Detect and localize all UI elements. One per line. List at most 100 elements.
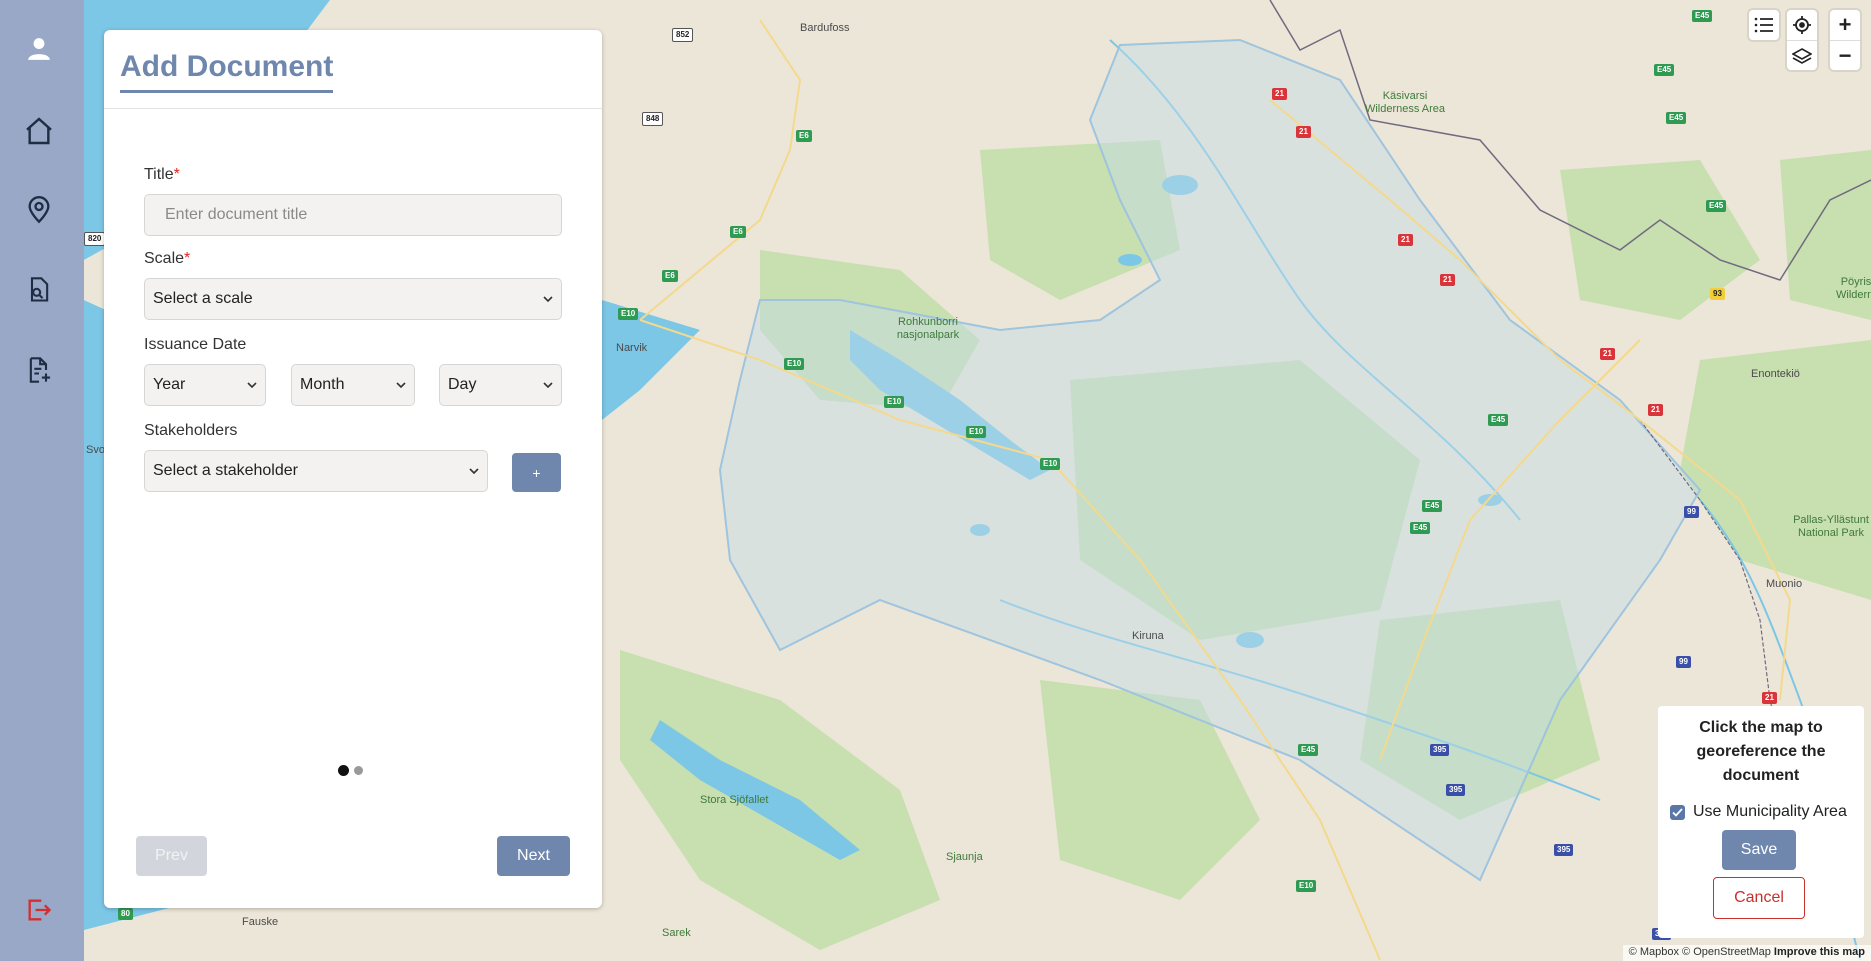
place-label: Enontekiö bbox=[1751, 368, 1800, 380]
add-document-panel: Add Document Title* Enter document title… bbox=[104, 30, 602, 908]
locate-layers-control bbox=[1787, 10, 1817, 70]
osm-attribution-link[interactable]: © OpenStreetMap bbox=[1682, 946, 1771, 958]
home-icon[interactable] bbox=[22, 114, 56, 148]
route-shield: 21 bbox=[1296, 126, 1311, 138]
route-shield: E10 bbox=[966, 426, 987, 438]
place-label: Fauske bbox=[242, 916, 279, 928]
place-label: Bardufoss bbox=[800, 22, 850, 34]
use-municipality-label: Use Municipality Area bbox=[1693, 803, 1847, 820]
next-button[interactable]: Next bbox=[497, 836, 570, 876]
place-label: Käsivarsi Wilderness Area bbox=[1364, 90, 1446, 115]
route-shield: E45 bbox=[1488, 414, 1509, 426]
route-shield: 395 bbox=[1430, 744, 1450, 756]
chevron-down-icon bbox=[469, 468, 479, 475]
mapbox-attribution-link[interactable]: © Mapbox bbox=[1629, 946, 1679, 958]
place-label: Pöyris Wilderne bbox=[1836, 276, 1871, 301]
chevron-down-icon bbox=[247, 382, 257, 389]
add-stakeholder-button[interactable]: + bbox=[512, 453, 561, 492]
stakeholder-select[interactable]: Select a stakeholder bbox=[144, 450, 488, 492]
route-shield: E6 bbox=[662, 270, 678, 282]
georeference-instruction: Click the map to georeference the docume… bbox=[1696, 719, 1826, 784]
route-shield: 80 bbox=[118, 908, 133, 920]
logout-icon[interactable] bbox=[22, 893, 56, 927]
route-shield: 93 bbox=[1710, 288, 1725, 300]
place-label: Sjaunja bbox=[946, 851, 983, 863]
list-icon[interactable] bbox=[1749, 10, 1779, 40]
route-shield: 99 bbox=[1676, 656, 1691, 668]
prev-button[interactable]: Prev bbox=[136, 836, 207, 876]
place-label: Rohkunborri nasjonalpark bbox=[896, 316, 960, 341]
stakeholders-label: Stakeholders bbox=[144, 422, 238, 439]
panel-title: Add Document bbox=[120, 50, 334, 93]
route-shield: E6 bbox=[730, 226, 746, 238]
chevron-down-icon bbox=[543, 296, 553, 303]
route-shield: 395 bbox=[1446, 784, 1466, 796]
place-label: Sarek bbox=[662, 927, 691, 939]
chevron-down-icon bbox=[543, 382, 553, 389]
zoom-in-icon[interactable]: + bbox=[1839, 10, 1852, 40]
route-shield: E10 bbox=[1296, 880, 1317, 892]
use-municipality-row[interactable]: Use Municipality Area bbox=[1670, 803, 1847, 821]
required-mark: * bbox=[173, 166, 180, 183]
place-label: Svo bbox=[86, 444, 105, 456]
day-select-value: Day bbox=[448, 376, 477, 393]
zoom-control: + − bbox=[1830, 10, 1860, 70]
zoom-out-icon[interactable]: − bbox=[1830, 40, 1860, 70]
route-shield: E10 bbox=[784, 358, 805, 370]
route-shield: E45 bbox=[1692, 10, 1713, 22]
search-document-icon[interactable] bbox=[22, 273, 56, 307]
route-shield: E45 bbox=[1298, 744, 1319, 756]
divider bbox=[104, 108, 602, 109]
layers-icon[interactable] bbox=[1787, 40, 1817, 70]
map-attribution: © Mapbox © OpenStreetMap Improve this ma… bbox=[1622, 945, 1871, 961]
locate-icon[interactable] bbox=[1792, 10, 1812, 40]
required-mark: * bbox=[184, 250, 191, 267]
sidebar bbox=[0, 0, 84, 961]
place-label: Narvik bbox=[616, 342, 648, 354]
month-select-value: Month bbox=[300, 376, 345, 393]
check-icon bbox=[1672, 807, 1683, 817]
stakeholder-select-value: Select a stakeholder bbox=[153, 462, 298, 479]
add-document-icon[interactable] bbox=[22, 353, 56, 387]
step-dot-active[interactable] bbox=[338, 765, 349, 776]
title-label-text: Title bbox=[144, 166, 174, 183]
improve-map-link[interactable]: Improve this map bbox=[1774, 946, 1865, 958]
chevron-down-icon bbox=[396, 382, 406, 389]
route-shield: 21 bbox=[1762, 692, 1777, 704]
route-shield: E6 bbox=[796, 130, 812, 142]
user-icon[interactable] bbox=[22, 32, 56, 66]
year-select-value: Year bbox=[153, 376, 186, 393]
title-label: Title* bbox=[144, 166, 180, 184]
scale-select[interactable]: Select a scale bbox=[144, 278, 562, 320]
route-shield: E45 bbox=[1422, 500, 1443, 512]
route-shield: E45 bbox=[1654, 64, 1675, 76]
place-label: Pallas-Yllästunt National Park bbox=[1793, 514, 1869, 539]
scale-label: Scale* bbox=[144, 250, 190, 268]
cancel-button[interactable]: Cancel bbox=[1713, 877, 1805, 919]
route-shield: E10 bbox=[884, 396, 905, 408]
issuance-date-label: Issuance Date bbox=[144, 336, 247, 353]
place-label: Kiruna bbox=[1132, 630, 1164, 642]
step-indicator bbox=[338, 765, 363, 776]
route-shield: 820 bbox=[84, 232, 106, 246]
save-button[interactable]: Save bbox=[1722, 830, 1796, 870]
route-shield: 21 bbox=[1272, 88, 1287, 100]
day-select[interactable]: Day bbox=[439, 364, 562, 406]
route-shield: 99 bbox=[1684, 506, 1699, 518]
map-pin-icon[interactable] bbox=[22, 193, 56, 227]
route-shield: E45 bbox=[1706, 200, 1727, 212]
georeference-panel: Click the map to georeference the docume… bbox=[1658, 706, 1864, 938]
route-shield: 21 bbox=[1600, 348, 1615, 360]
month-select[interactable]: Month bbox=[291, 364, 415, 406]
step-dot[interactable] bbox=[354, 766, 363, 775]
route-shield: E10 bbox=[1040, 458, 1061, 470]
use-municipality-checkbox[interactable] bbox=[1670, 804, 1685, 820]
place-label: Muonio bbox=[1766, 578, 1803, 590]
route-shield: 848 bbox=[642, 112, 664, 126]
title-input[interactable]: Enter document title bbox=[144, 194, 562, 236]
scale-label-text: Scale bbox=[144, 250, 185, 267]
route-shield: 21 bbox=[1440, 274, 1455, 286]
route-shield: 852 bbox=[672, 28, 694, 42]
scale-select-value: Select a scale bbox=[153, 290, 253, 307]
year-select[interactable]: Year bbox=[144, 364, 266, 406]
